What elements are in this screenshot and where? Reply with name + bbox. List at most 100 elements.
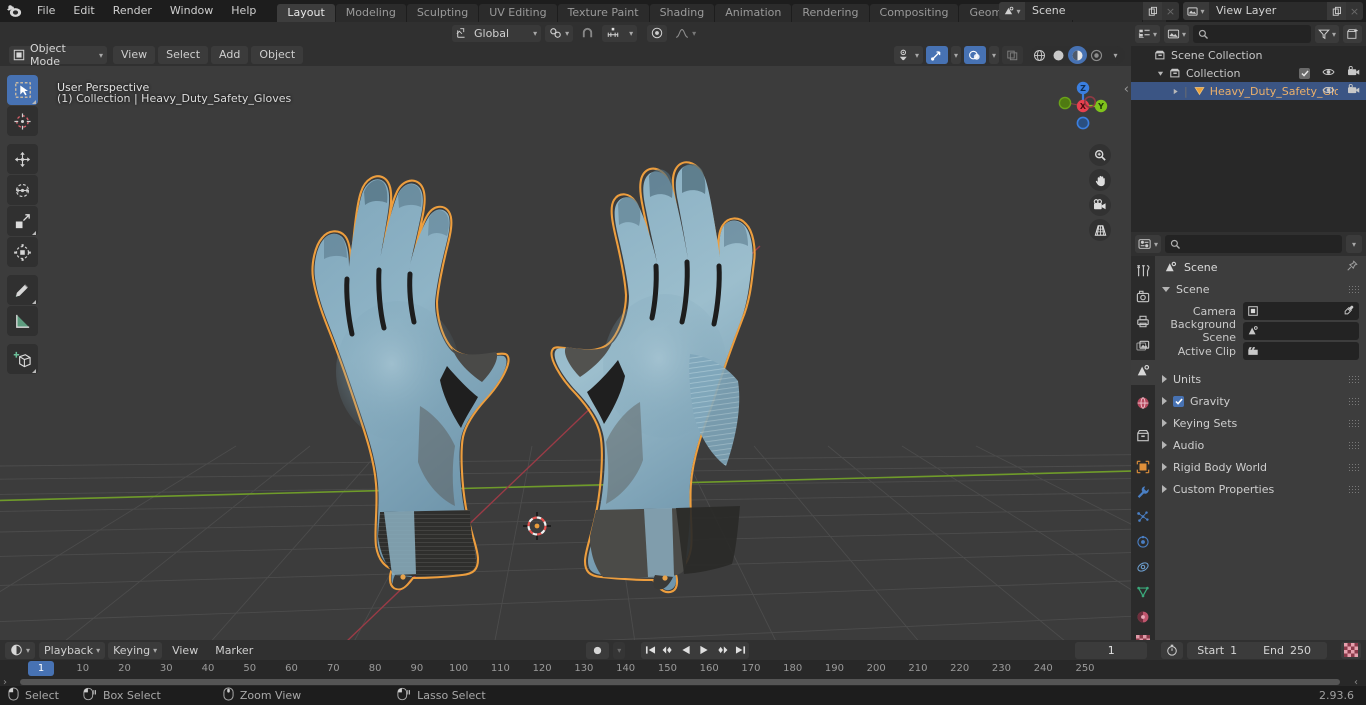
viewlayer-browse-icon[interactable]: ▾ [1183,2,1209,20]
timeline-editor-type-dropdown[interactable]: ▾ [5,641,36,659]
scene-new-icon[interactable] [1143,2,1162,20]
render-tab[interactable] [1131,285,1155,310]
world-tab[interactable] [1131,392,1155,417]
outliner-display-mode-dropdown[interactable]: ▾ [1135,25,1161,43]
cursor-tool[interactable] [7,106,38,136]
panel-header-rigid-body-world[interactable]: Rigid Body World [1155,456,1366,478]
field-value-camera[interactable] [1243,302,1359,320]
transform-tool[interactable] [7,237,38,267]
zoom-icon[interactable] [1089,144,1111,166]
measure-tool[interactable] [7,306,38,336]
annotate-tool[interactable] [7,275,38,305]
scene-unlink-button[interactable]: × [1162,2,1179,20]
drag-handle[interactable] [1348,485,1359,493]
disable-in-render-icon[interactable] [1347,84,1360,98]
interaction-mode-dropdown[interactable]: Object Mode ▾ [9,42,107,68]
drag-handle[interactable] [1348,375,1359,383]
viewlayer-unlink-button[interactable]: × [1346,2,1363,20]
scene-tab[interactable] [1131,360,1155,385]
outliner-row[interactable]: Collection [1131,64,1366,82]
shading-wireframe-button[interactable] [1030,46,1049,64]
rotate-tool[interactable] [7,175,38,205]
drag-handle[interactable] [1348,441,1359,449]
hide-in-viewport-icon[interactable] [1322,67,1335,80]
menu-window[interactable]: Window [161,0,222,22]
scale-tool[interactable] [7,206,38,236]
workspace-tab-uv-editing[interactable]: UV Editing [479,4,557,22]
timeline-menu-marker[interactable]: Marker [208,642,260,659]
current-frame-field[interactable]: 1 [1075,641,1148,659]
jump-end-icon[interactable] [731,642,749,659]
pan-hand-icon[interactable] [1089,169,1111,191]
timeline-playhead[interactable]: 1 [28,661,54,676]
auto-keying-options-dropdown[interactable]: ▾ [613,641,626,659]
perspective-grid-icon[interactable] [1089,219,1111,241]
jump-start-icon[interactable] [641,642,659,659]
outliner-filter-dropdown[interactable]: ▾ [1314,25,1339,43]
viewport-menu-add[interactable]: Add [211,46,249,64]
add-cube-tool[interactable] [7,344,38,374]
falloff-curve-dropdown[interactable]: ▾ [671,25,700,42]
drag-handle[interactable] [1348,285,1359,293]
3d-viewport[interactable]: User Perspective (1) Collection | Heavy_… [0,66,1131,640]
viewlayer-selector[interactable]: ▾ View Layer × [1183,2,1363,20]
proportional-falloff-toggle[interactable] [647,24,668,42]
field-value-background-scene[interactable] [1243,322,1359,340]
view-layer-tab[interactable] [1131,335,1155,360]
shading-rendered-button[interactable] [1087,46,1106,64]
next-keyframe-icon[interactable] [713,642,731,659]
show-gizmo-toggle[interactable] [925,46,948,64]
menu-render[interactable]: Render [104,0,161,22]
physics-tab[interactable] [1131,531,1155,556]
workspace-tab-layout[interactable]: Layout [277,4,335,22]
outliner-row[interactable]: | Heavy_Duty_Safety_Glov [1131,82,1366,100]
panel-header-scene[interactable]: Scene [1155,278,1366,300]
outliner-filter-scene-dropdown[interactable]: ▾ [1164,25,1190,43]
shading-material-preview-button[interactable] [1068,46,1087,64]
outliner-search-input[interactable] [1193,25,1311,43]
viewport-menu-select[interactable]: Select [158,46,209,64]
drag-handle[interactable] [1348,397,1359,405]
material-tab[interactable] [1131,606,1155,631]
timeline-menu-view[interactable]: View [165,642,205,659]
scene-selector[interactable]: ▾ Scene × [999,2,1179,20]
timeline-ruler[interactable]: 10 20 30 40 50 60 70 80 90 100 110 120 130 140 150 160 1… [0,660,1366,678]
move-tool[interactable] [7,144,38,174]
transform-orientation-dropdown[interactable]: Global ▾ [452,24,542,42]
panel-header-keying-sets[interactable]: Keying Sets [1155,412,1366,434]
viewport-menu-view[interactable]: View [113,46,156,64]
field-value-active-clip[interactable] [1243,342,1359,360]
data-tab[interactable] [1131,581,1155,606]
pin-icon[interactable] [1346,259,1358,275]
overlays-options-dropdown[interactable]: ▾ [988,46,999,64]
menu-edit[interactable]: Edit [64,0,103,22]
timeline-menu-keying[interactable]: Keying ▾ [108,641,163,659]
eyedropper-icon[interactable] [1343,304,1355,319]
prev-keyframe-icon[interactable] [659,642,677,659]
snap-dropdown[interactable]: ▾ [545,24,574,42]
timeline-scrollbar[interactable]: › ‹ [0,677,1366,688]
modifier-tab[interactable] [1131,481,1155,506]
sidebar-toggle-arrow[interactable]: ‹ [1124,82,1129,97]
output-tab[interactable] [1131,310,1155,335]
tweak-select-box-tool[interactable] [7,75,38,105]
auto-keying-toggle[interactable] [586,641,610,659]
blender-logo-icon[interactable] [0,0,28,22]
gizmo-options-dropdown[interactable]: ▾ [950,46,961,64]
camera-icon[interactable] [1089,194,1111,216]
workspace-tab-modeling[interactable]: Modeling [335,4,406,22]
disclosure-triangle-icon[interactable] [1171,88,1180,95]
menu-file[interactable]: File [28,0,64,22]
collection-tab[interactable] [1131,424,1155,449]
disable-in-render-icon[interactable] [1347,66,1360,80]
viewport-menu-object[interactable]: Object [251,46,304,64]
drag-handle[interactable] [1348,419,1359,427]
hide-in-viewport-icon[interactable] [1322,85,1335,98]
panel-header-custom-properties[interactable]: Custom Properties [1155,478,1366,500]
tool-tab[interactable] [1131,260,1155,285]
menu-help[interactable]: Help [222,0,265,22]
play-reverse-icon[interactable] [677,642,695,659]
viewlayer-name[interactable]: View Layer [1209,2,1327,20]
workspace-tab-sculpting[interactable]: Sculpting [406,4,479,22]
panel-header-gravity[interactable]: Gravity [1155,390,1366,412]
